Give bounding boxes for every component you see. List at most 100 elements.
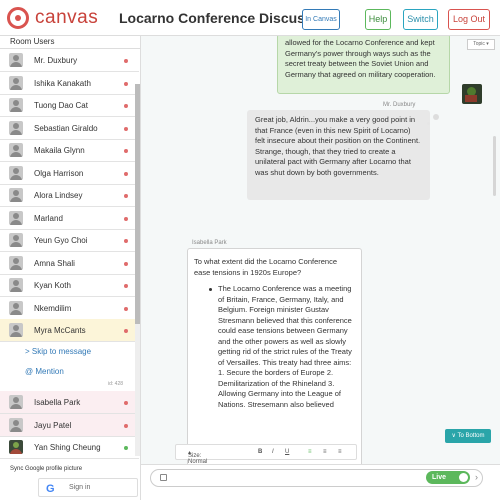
question-text: To what extent did the Locarno Conferenc… — [194, 257, 338, 277]
user-name: Makaila Glynn — [34, 146, 85, 155]
status-dot-icon — [124, 126, 128, 131]
help-button[interactable]: Help — [365, 9, 391, 30]
user-list-item[interactable]: Jayu Patel — [0, 413, 139, 437]
user-name: Yeun Gyo Choi — [34, 236, 88, 245]
italic-button[interactable]: I — [272, 449, 274, 455]
google-signin-button[interactable]: G Sign in — [38, 478, 138, 497]
status-dot-icon — [124, 329, 128, 333]
sender-name: Mr. Duxbury — [383, 102, 416, 108]
live-toggle[interactable]: Live — [426, 471, 470, 484]
user-avatar-icon — [9, 417, 23, 432]
attachment-icon[interactable] — [160, 474, 167, 481]
top-bar: canvas Locarno Conference Discussion In … — [0, 0, 500, 36]
user-list-item[interactable]: Mr. Duxbury — [0, 49, 139, 72]
user-avatar-icon — [9, 143, 23, 157]
chat-area: Topic ▾ allowed for the Locarno Conferen… — [141, 36, 500, 464]
user-list-item[interactable]: Isabella Park — [0, 391, 139, 414]
status-dot-icon — [124, 239, 128, 243]
mention-link[interactable]: @ Mention — [25, 367, 64, 376]
align-center-icon[interactable]: ≡ — [323, 449, 327, 455]
status-dot-icon — [124, 423, 128, 428]
topic-button[interactable]: Topic ▾ — [467, 39, 495, 50]
mention-label: Mention — [35, 367, 64, 376]
sync-google-text: Sync Google profile picture — [10, 466, 83, 472]
duxbury-message: Great job, Aldrin...you make a very good… — [247, 110, 430, 200]
message-editor[interactable]: To what extent did the Locarno Conferenc… — [187, 248, 362, 464]
user-list-item[interactable]: Yan Shing Cheung — [0, 436, 139, 459]
input-bar: Live › — [141, 464, 500, 500]
underline-button[interactable]: U — [285, 449, 289, 455]
align-left-icon[interactable]: ≡ — [308, 449, 312, 455]
user-list-item[interactable]: Ishika Kanakath — [0, 72, 139, 95]
to-bottom-button[interactable]: ∨ To Bottom — [445, 429, 491, 443]
own-message: allowed for the Locarno Conference and k… — [277, 36, 450, 94]
switch-button[interactable]: Switch — [403, 9, 438, 30]
user-name: Marland — [34, 213, 63, 223]
user-list-item[interactable]: Sebastian Giraldo — [0, 117, 139, 140]
user-list-item[interactable]: Kyan Koth — [0, 274, 139, 297]
chat-scrollbar[interactable] — [493, 136, 496, 196]
size-label: Size: Normal — [188, 453, 208, 464]
user-list-item[interactable]: Tuong Dao Cat — [0, 94, 139, 117]
status-dot-icon — [124, 284, 128, 288]
user-avatar-icon — [9, 278, 23, 292]
status-dot-icon — [124, 104, 128, 108]
user-avatar-icon — [9, 323, 23, 337]
font-size-select[interactable]: Size: Normal ▴ — [188, 449, 207, 464]
user-avatar-icon — [9, 255, 23, 270]
logo-text: canvas — [35, 7, 99, 28]
bold-button[interactable]: B — [258, 449, 262, 455]
user-name: Isabella Park — [34, 398, 81, 407]
canvas-logo-icon — [7, 7, 29, 29]
user-list-item[interactable]: Makaila Glynn — [0, 139, 139, 162]
user-name: Yan Shing Cheung — [34, 443, 101, 452]
align-right-icon[interactable]: ≡ — [338, 449, 342, 455]
sidebar: Room Users Mr. Duxbury Ishika Kanakath Tuo… — [0, 36, 141, 500]
skip-to-message-link[interactable]: > Skip to message — [25, 347, 91, 356]
user-name: Kyan Koth — [34, 281, 71, 290]
user-name: Tuong Dao Cat — [34, 101, 88, 110]
sidebar-scrollbar[interactable] — [135, 84, 140, 456]
user-avatar-icon — [9, 210, 23, 225]
status-dot-icon — [124, 401, 128, 405]
user-avatar-icon — [9, 53, 23, 67]
user-name: Ishika Kanakath — [34, 78, 91, 88]
avatar — [462, 84, 482, 104]
google-icon: G — [46, 483, 55, 495]
status-dot-icon — [124, 81, 128, 86]
answer-text: The Locarno Conference was a meeting of … — [209, 284, 361, 410]
user-list-item[interactable]: Marland — [0, 207, 139, 230]
user-list-item[interactable]: Alora Lindsey — [0, 184, 139, 207]
status-dot-icon — [124, 59, 128, 63]
user-name: Alora Lindsey — [34, 191, 83, 200]
format-toolbar: Size: Normal ▴ B I U ≡ ≡ ≡ — [175, 444, 357, 464]
user-list-item[interactable]: Yeun Gyo Choi — [0, 229, 139, 252]
status-dot-icon — [124, 446, 128, 450]
user-avatar-icon — [9, 120, 23, 135]
user-list-item[interactable]: Olga Harrison — [0, 162, 139, 185]
sender-name: Isabella Park — [192, 240, 227, 246]
user-list-item[interactable]: Amna Shali — [0, 252, 139, 275]
signin-label: Sign in — [69, 484, 91, 491]
at-icon: @ — [25, 367, 34, 376]
user-avatar-icon — [9, 165, 23, 180]
user-avatar-icon — [9, 98, 23, 112]
user-list-item[interactable]: Nkemdilim — [0, 297, 139, 320]
user-avatar-icon — [9, 75, 23, 90]
send-arrow-icon[interactable]: › — [475, 472, 478, 482]
status-dot-icon — [124, 216, 128, 221]
user-avatar-icon — [9, 440, 23, 454]
scroll-thumb[interactable] — [135, 84, 140, 324]
user-avatar-icon — [9, 233, 23, 247]
user-avatar-icon — [9, 395, 23, 409]
user-name: Amna Shali — [34, 258, 75, 268]
skip-label: Skip to message — [31, 347, 92, 356]
room-users-heading: Room Users — [0, 36, 140, 49]
user-avatar-icon — [9, 300, 23, 315]
in-canvas-button[interactable]: In Canvas — [302, 9, 340, 30]
logout-button[interactable]: Log Out — [448, 9, 490, 30]
user-list-item[interactable]: Myra McCants — [0, 319, 139, 342]
user-name: Mr. Duxbury — [34, 56, 78, 65]
typing-dot — [433, 114, 439, 120]
status-dot-icon — [124, 149, 128, 153]
